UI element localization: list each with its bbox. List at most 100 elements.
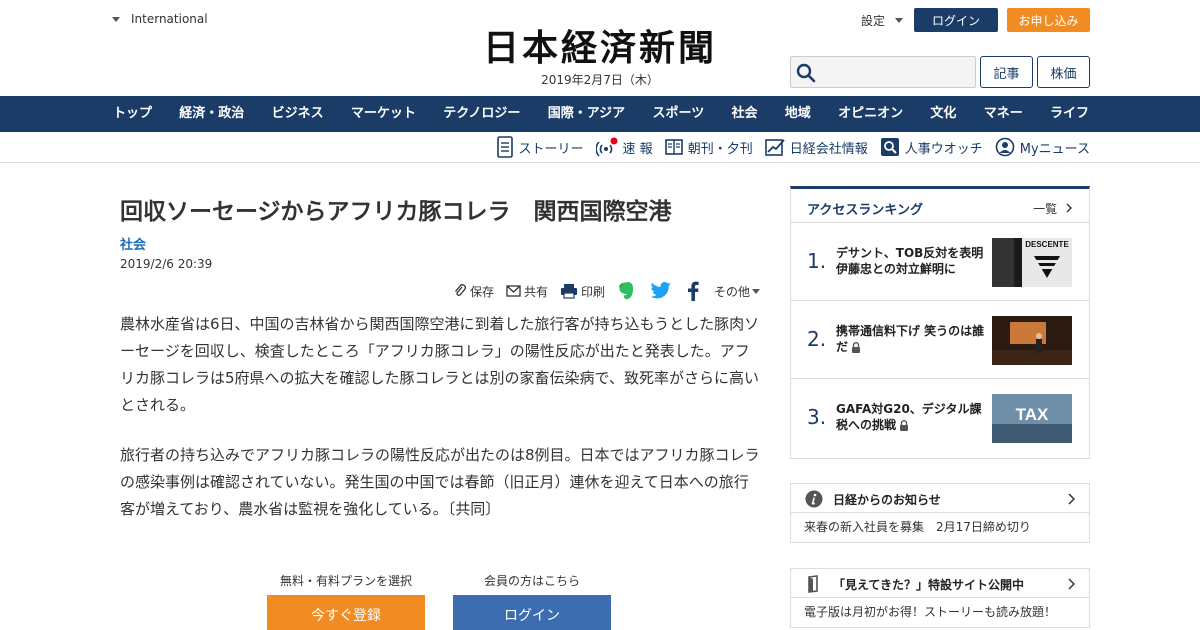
chevron-right-icon xyxy=(1066,203,1072,213)
search-input[interactable] xyxy=(821,61,971,83)
paperclip-icon xyxy=(455,284,466,296)
chevron-right-icon xyxy=(1068,493,1075,505)
subnav-story[interactable]: ストーリー xyxy=(496,136,584,158)
notice-title: 「見えてきた？」特設サイト公開中 xyxy=(833,578,1025,592)
article-date: 2019/2/6 20:39 xyxy=(120,257,213,271)
nav-item-technology[interactable]: テクノロジー xyxy=(443,96,520,132)
subnav-personnel-watch[interactable]: 人事ウオッチ xyxy=(880,137,983,157)
nav-item-sports[interactable]: スポーツ xyxy=(652,96,704,132)
settings-menu[interactable]: 設定 xyxy=(861,12,904,29)
login-button[interactable]: ログイン xyxy=(914,8,998,32)
twitter-button[interactable] xyxy=(650,282,675,300)
chevron-right-icon xyxy=(1068,578,1075,590)
ranking-headline: GAFA対G20、デジタル課税への挑戦 xyxy=(836,401,986,433)
ranking-headline: 携帯通信料下げ 笑うのは誰だ xyxy=(836,323,986,355)
ranking-title: アクセスランキング xyxy=(807,203,923,218)
ranking-number: 1. xyxy=(807,249,827,273)
lock-icon xyxy=(852,342,861,353)
subnav-breaking-label: 速 報 xyxy=(622,141,653,157)
subnav-my-news-label: Myニュース xyxy=(1019,141,1090,157)
site-header: International 日本経済新聞 2019年2月7日（木） 設定 ログイ… xyxy=(0,0,1200,96)
facebook-button[interactable] xyxy=(687,281,702,301)
nav-item-culture[interactable]: 文化 xyxy=(930,96,956,132)
notice-header: 「見えてきた？」特設サイト公開中 xyxy=(791,569,1089,598)
stocks-search-button[interactable]: 株価 xyxy=(1037,56,1090,88)
notice-body: 来春の新入社員を募集 2月17日締め切り xyxy=(804,520,1031,534)
notice-header: 日経からのお知らせ xyxy=(791,484,1089,513)
nav-item-society[interactable]: 社会 xyxy=(732,96,758,132)
nav-item-opinion[interactable]: オピニオン xyxy=(838,96,903,132)
ranking-header: アクセスランキング 一覧 xyxy=(791,189,1089,223)
register-button[interactable]: 今すぐ登録 xyxy=(267,595,425,630)
articles-search-button[interactable]: 記事 xyxy=(980,56,1033,88)
ranking-item[interactable]: 3. GAFA対G20、デジタル課税への挑戦 TAX xyxy=(791,379,1089,457)
nav-item-life[interactable]: ライフ xyxy=(1050,96,1089,132)
ranking-thumbnail: TAX xyxy=(992,394,1072,443)
magnifier-icon xyxy=(880,138,899,156)
notice-title: 日経からのお知らせ xyxy=(833,493,941,507)
subnav-my-news[interactable]: Myニュース xyxy=(995,137,1090,157)
access-ranking: アクセスランキング 一覧 1. デサント、TOB反対を表明 伊藤忠との対立鮮明に… xyxy=(790,186,1090,459)
share-button[interactable]: 共有 xyxy=(506,283,548,300)
sub-nav: ストーリー 速 報 朝刊・夕刊 日経会社情報 人事ウオッチ Myニュース xyxy=(0,132,1200,163)
book-icon xyxy=(808,575,818,593)
article-paragraph: 旅行者の持ち込みでアフリカ豚コレラの陽性反応が出たのは8例目。日本ではアフリカ豚… xyxy=(120,446,760,518)
nav-item-international-asia[interactable]: 国際・アジア xyxy=(548,96,625,132)
evernote-button[interactable] xyxy=(617,281,638,301)
nav-item-region[interactable]: 地域 xyxy=(785,96,811,132)
newspaper-icon xyxy=(664,139,683,155)
search-icon[interactable] xyxy=(796,63,816,83)
subnav-personnel-watch-label: 人事ウオッチ xyxy=(904,141,983,157)
nav-item-money[interactable]: マネー xyxy=(984,96,1023,132)
subnav-breaking[interactable]: 速 報 xyxy=(595,137,653,157)
article-section-link[interactable]: 社会 xyxy=(120,234,146,253)
mail-icon xyxy=(506,285,521,297)
nav-item-market[interactable]: マーケット xyxy=(351,96,416,132)
document-icon xyxy=(496,136,513,158)
share-toolbar: 保存 共有 印刷 その他 xyxy=(453,280,761,302)
ranking-more-link[interactable]: 一覧 xyxy=(1033,200,1073,217)
print-button[interactable]: 印刷 xyxy=(560,283,605,300)
print-label: 印刷 xyxy=(581,284,606,299)
evernote-icon xyxy=(619,282,634,300)
subnav-company-info[interactable]: 日経会社情報 xyxy=(764,137,868,157)
subnav-company-info-label: 日経会社情報 xyxy=(789,141,868,157)
article-paragraph: 農林水産省は6日、中国の吉林省から関西国際空港に到着した旅行客が持ち込もうとした… xyxy=(120,315,760,414)
save-label: 保存 xyxy=(470,284,495,299)
international-link[interactable]: International xyxy=(112,12,208,26)
notice-body: 電子版は月初がお得！ストーリーも読み放題！ xyxy=(804,605,1057,619)
subnav-paper-edition[interactable]: 朝刊・夕刊 xyxy=(664,138,753,157)
search-box xyxy=(790,56,976,88)
settings-label: 設定 xyxy=(861,14,886,28)
caret-down-icon xyxy=(752,288,761,294)
special-site-box[interactable]: 「見えてきた？」特設サイト公開中 電子版は月初がお得！ストーリーも読み放題！ xyxy=(790,568,1090,628)
caret-down-icon xyxy=(895,18,904,23)
printer-icon xyxy=(561,284,578,299)
nav-item-economy-politics[interactable]: 経済・政治 xyxy=(179,96,244,132)
article-title: 回収ソーセージからアフリカ豚コレラ 関西国際空港 xyxy=(120,199,672,225)
more-share-label: その他 xyxy=(714,284,751,299)
nav-item-top[interactable]: トップ xyxy=(113,96,152,132)
subnav-story-label: ストーリー xyxy=(518,141,584,157)
broadcast-icon xyxy=(595,137,618,157)
ranking-more-label: 一覧 xyxy=(1033,202,1058,216)
save-button[interactable]: 保存 xyxy=(453,283,494,300)
ranking-thumbnail xyxy=(992,316,1072,365)
site-logo[interactable]: 日本経済新聞 xyxy=(450,28,750,68)
ranking-number: 3. xyxy=(807,405,827,429)
ranking-item[interactable]: 2. 携帯通信料下げ 笑うのは誰だ xyxy=(791,301,1089,379)
info-icon xyxy=(805,490,823,508)
ranking-item[interactable]: 1. デサント、TOB反対を表明 伊藤忠との対立鮮明に DESCENTE xyxy=(791,223,1089,301)
subnav-paper-edition-label: 朝刊・夕刊 xyxy=(687,141,753,157)
more-share-button[interactable]: その他 xyxy=(714,283,761,300)
share-label: 共有 xyxy=(524,284,549,299)
apply-button[interactable]: お申し込み xyxy=(1007,8,1090,32)
ranking-headline: デサント、TOB反対を表明 伊藤忠との対立鮮明に xyxy=(836,246,996,276)
nav-item-business[interactable]: ビジネス xyxy=(272,96,324,132)
main-nav: トップ 経済・政治 ビジネス マーケット テクノロジー 国際・アジア スポーツ … xyxy=(0,96,1200,132)
notice-box[interactable]: 日経からのお知らせ 来春の新入社員を募集 2月17日締め切り xyxy=(790,483,1090,543)
member-login-caption: 会員の方はこちら xyxy=(483,574,580,588)
member-login-button[interactable]: ログイン xyxy=(453,595,611,630)
header-date: 2019年2月7日（木） xyxy=(541,73,659,87)
thumbnail-text: TAX xyxy=(1016,405,1049,424)
